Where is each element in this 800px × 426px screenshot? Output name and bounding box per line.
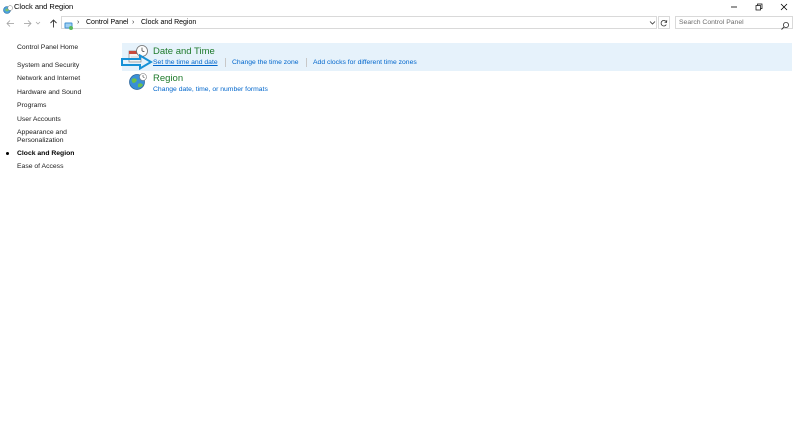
- close-button[interactable]: [771, 0, 797, 14]
- sidebar-item-network-and-internet[interactable]: Network and Internet: [17, 75, 102, 83]
- sidebar-item-user-accounts[interactable]: User Accounts: [17, 116, 102, 124]
- up-button[interactable]: [47, 16, 59, 30]
- window-title: Clock and Region: [14, 2, 74, 11]
- sidebar-item-ease-of-access[interactable]: Ease of Access: [17, 163, 102, 171]
- close-icon: [780, 3, 788, 11]
- restore-button[interactable]: [746, 0, 772, 14]
- link-divider: [306, 58, 307, 67]
- breadcrumb-separator: ›: [77, 19, 80, 26]
- sidebar-item-system-and-security[interactable]: System and Security: [17, 62, 102, 70]
- link-add-clocks-for-different-time-zones[interactable]: Add clocks for different time zones: [313, 58, 417, 67]
- refresh-button[interactable]: [658, 16, 670, 29]
- restore-icon: [755, 3, 763, 11]
- sidebar-item-clock-and-region[interactable]: Clock and Region: [17, 150, 102, 158]
- address-dropdown-button[interactable]: [647, 16, 657, 29]
- forward-button[interactable]: [21, 16, 33, 30]
- refresh-icon: [660, 19, 668, 26]
- link-set-the-time-and-date[interactable]: Set the time and date: [153, 58, 218, 67]
- recent-locations-button[interactable]: [34, 16, 42, 30]
- annotation-arrow-icon: [120, 53, 154, 71]
- active-item-bullet: [6, 152, 9, 155]
- control-panel-window: Clock and Region › Control Panel › Clock…: [0, 0, 800, 426]
- sidebar-item-appearance-and-personalization[interactable]: Appearance and Personalization: [17, 129, 77, 145]
- sidebar-control-panel-home[interactable]: Control Panel Home: [17, 43, 78, 52]
- category-highlight: [122, 43, 792, 71]
- category-title-region[interactable]: Region: [153, 73, 183, 84]
- up-arrow-icon: [49, 18, 57, 27]
- globe-icon[interactable]: [128, 72, 148, 92]
- breadcrumb-separator[interactable]: ›: [132, 17, 134, 29]
- breadcrumb-clock-and-region[interactable]: Clock and Region: [141, 17, 196, 29]
- app-icon: [3, 2, 13, 14]
- recent-chevron-icon: [35, 21, 41, 25]
- search-box[interactable]: [675, 16, 793, 30]
- link-change-the-time-zone[interactable]: Change the time zone: [232, 58, 299, 67]
- breadcrumb-control-panel[interactable]: Control Panel: [86, 17, 128, 29]
- dropdown-chevron-icon: [649, 21, 655, 25]
- link-change-date-time-or-number-formats[interactable]: Change date, time, or number formats: [153, 85, 268, 94]
- sidebar-item-hardware-and-sound[interactable]: Hardware and Sound: [17, 89, 102, 97]
- back-arrow-icon: [5, 19, 14, 27]
- link-divider: [225, 58, 226, 67]
- control-panel-icon: [64, 18, 74, 30]
- forward-arrow-icon: [23, 19, 32, 27]
- search-icon[interactable]: [780, 18, 790, 30]
- address-bar[interactable]: › Control Panel › Clock and Region: [61, 16, 657, 30]
- back-button[interactable]: [4, 16, 16, 30]
- sidebar-item-programs[interactable]: Programs: [17, 102, 102, 110]
- minimize-icon: [731, 6, 737, 8]
- minimize-button[interactable]: [721, 0, 747, 14]
- main-content: Date and Time Set the time and date Chan…: [112, 38, 792, 418]
- search-input[interactable]: [679, 17, 777, 28]
- title-bar: Clock and Region: [0, 0, 800, 14]
- category-title-date-and-time[interactable]: Date and Time: [153, 46, 215, 57]
